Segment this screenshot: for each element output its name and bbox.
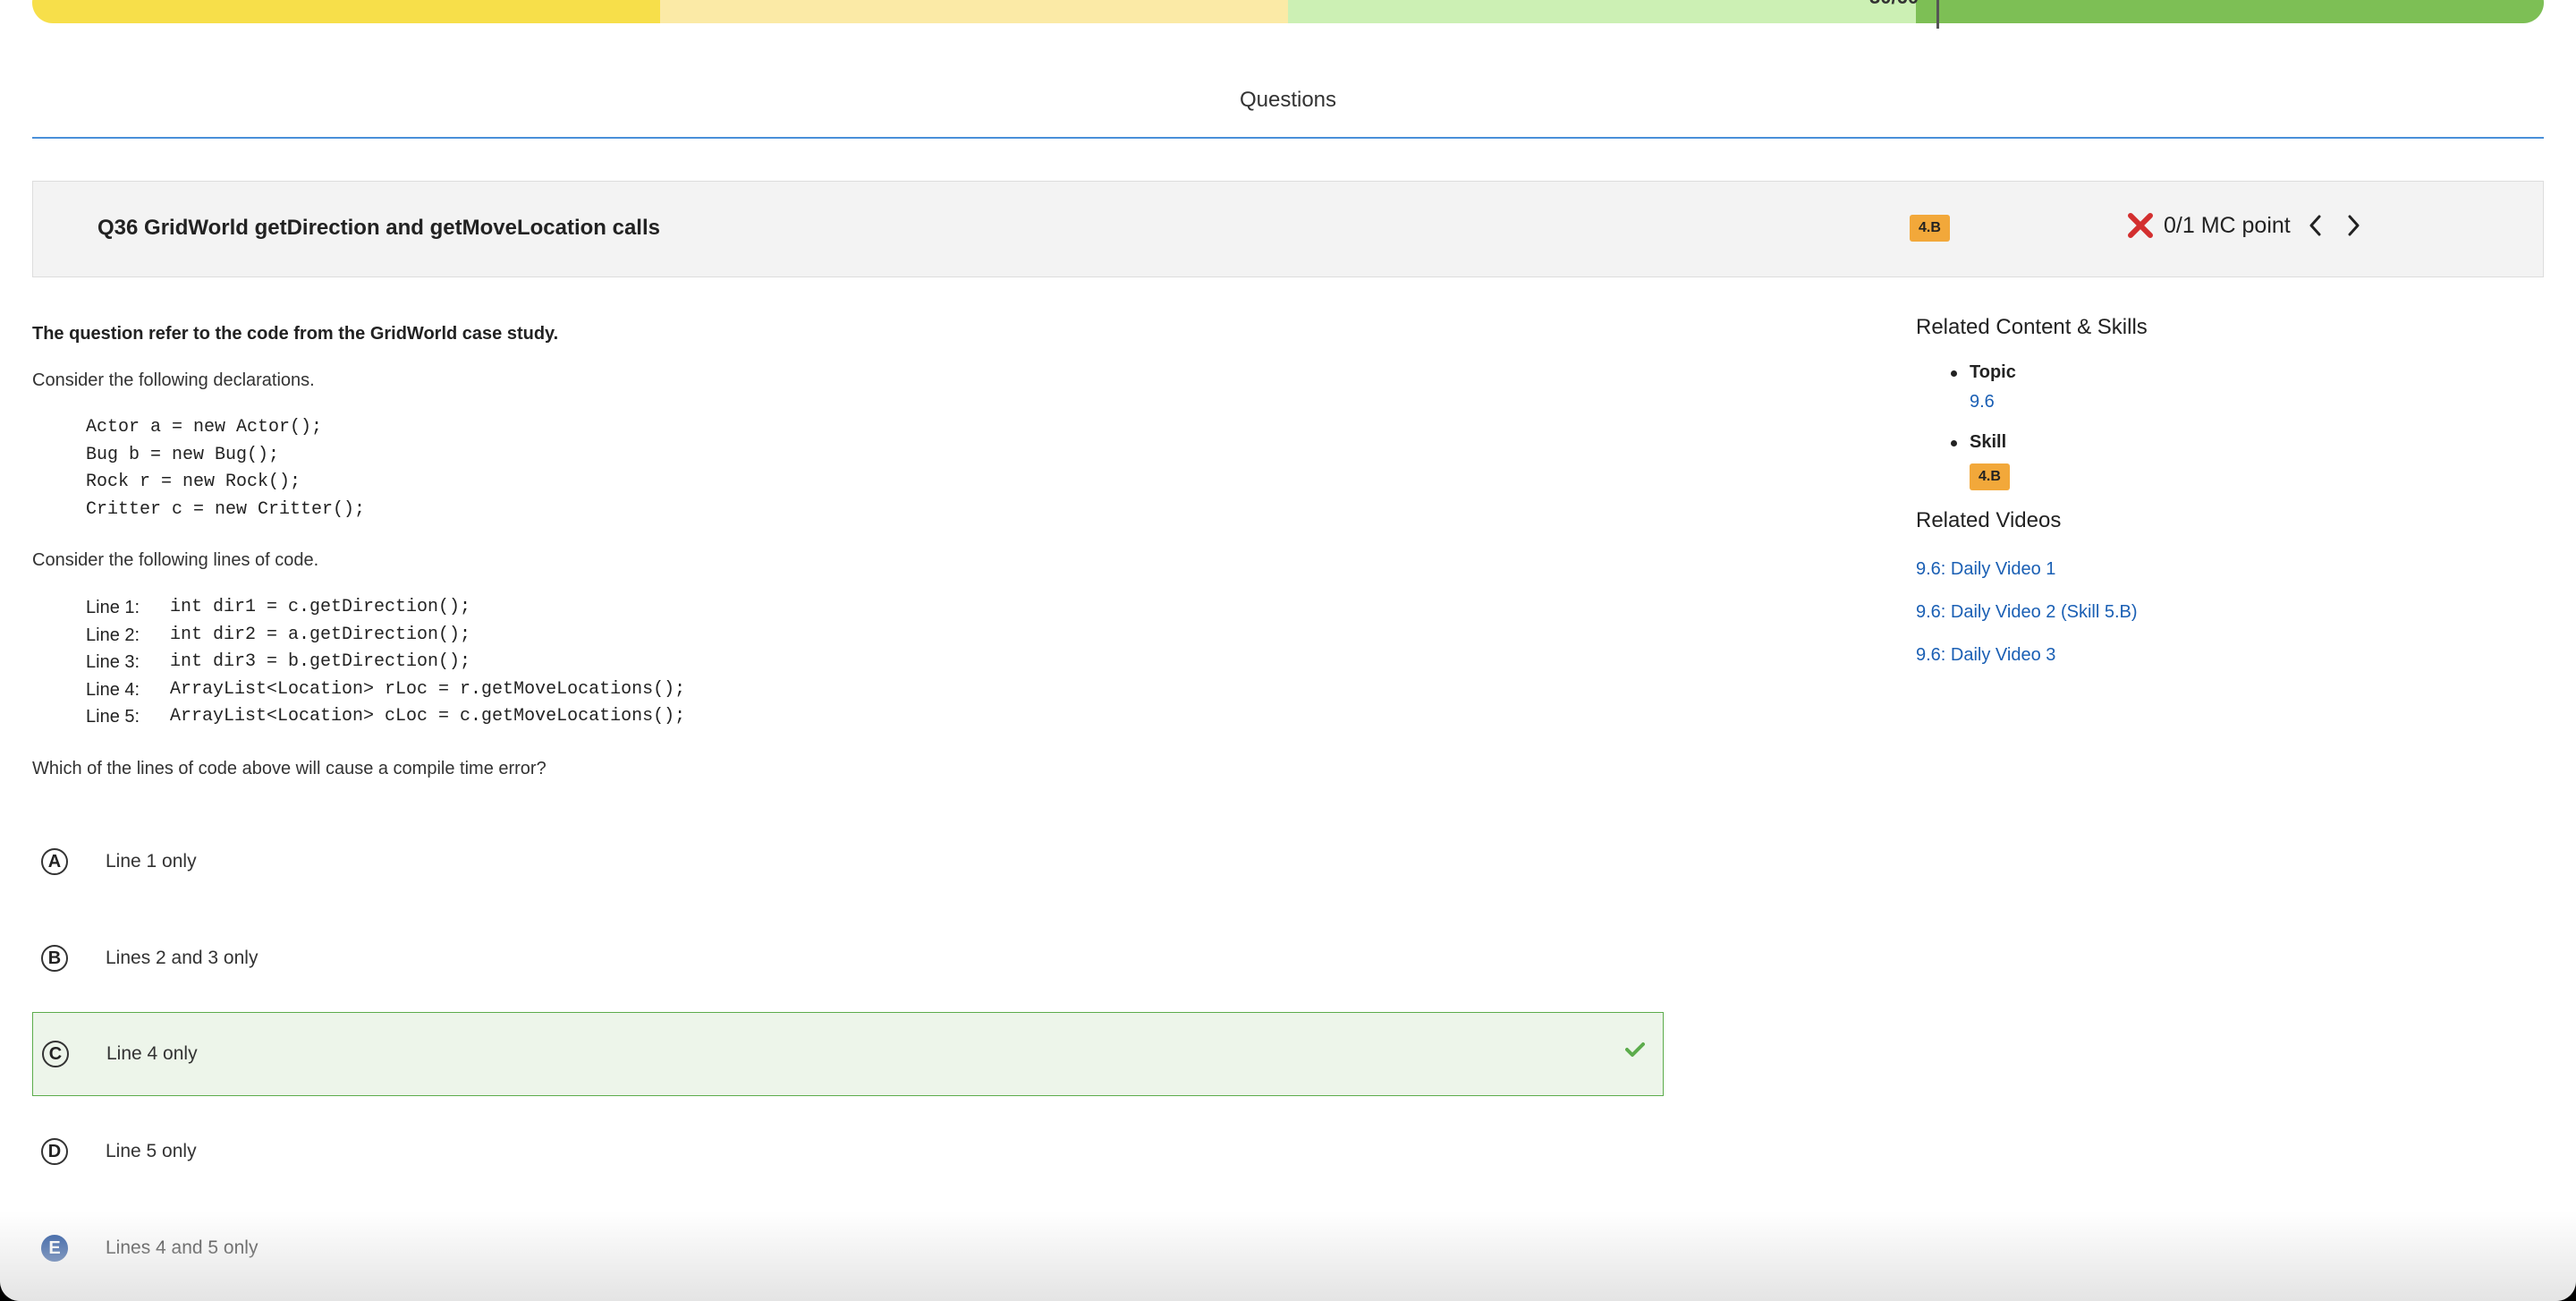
chevron-left-icon	[2309, 215, 2321, 236]
next-question-button[interactable]	[2339, 210, 2369, 241]
score-segment-3	[1288, 0, 1916, 23]
choice-c[interactable]: C Line 4 only	[32, 1012, 1664, 1096]
page: 30/60 Questions Q36 GridWorld getDirecti…	[0, 0, 2576, 1301]
bullet	[1951, 370, 1957, 377]
points-label: 0/1 MC point	[2164, 212, 2291, 238]
choice-letter: B	[41, 945, 68, 972]
choice-text: Line 1 only	[106, 851, 197, 872]
score-segment-2	[660, 0, 1288, 23]
line-code: ArrayList<Location> rLoc = r.getMoveLoca…	[170, 678, 686, 700]
line-code: int dir1 = c.getDirection();	[170, 597, 471, 617]
score-segment-4	[1916, 0, 2544, 23]
line-label: Line 1:	[86, 598, 140, 617]
related-content-title: Related Content & Skills	[1916, 315, 2148, 339]
choice-letter-selected: E	[41, 1235, 68, 1262]
score-segment-1	[32, 0, 660, 23]
bullet	[1951, 440, 1957, 446]
code-row: Line 1: int dir1 = c.getDirection();	[86, 594, 685, 622]
video-link[interactable]: 9.6: Daily Video 2 (Skill 5.B)	[1916, 602, 2138, 623]
x-icon	[2128, 213, 2153, 238]
code-line: Rock r = new Rock();	[86, 472, 301, 492]
line-label: Line 4:	[86, 679, 140, 700]
line-label: Line 5:	[86, 707, 140, 727]
choice-text: Line 4 only	[106, 1043, 198, 1064]
line-label: Line 2:	[86, 625, 140, 645]
choice-letter: D	[41, 1138, 68, 1165]
choice-text: Line 5 only	[106, 1141, 197, 1161]
lines-prompt: Consider the following lines of code.	[32, 550, 319, 570]
skill-label: Skill	[1970, 432, 2007, 452]
choice-letter: A	[41, 848, 68, 875]
choice-d[interactable]: D Line 5 only	[32, 1110, 1664, 1194]
section-title: Questions	[1239, 88, 1337, 112]
code-row: Line 2: int dir2 = a.getDirection();	[86, 622, 685, 650]
question-header: Q36 GridWorld getDirection and getMoveLo…	[32, 181, 2544, 277]
line-label: Line 3:	[86, 652, 140, 672]
choice-b[interactable]: B Lines 2 and 3 only	[32, 916, 1664, 1000]
code-row: Line 4: ArrayList<Location> rLoc = r.getM…	[86, 676, 685, 704]
related-videos-title: Related Videos	[1916, 508, 2062, 532]
score-progress-bar	[32, 0, 2544, 23]
question-title: Q36 GridWorld getDirection and getMoveLo…	[97, 216, 660, 240]
code-row: Line 3: int dir3 = b.getDirection();	[86, 649, 685, 676]
score-label: 30/60	[1869, 0, 1919, 9]
choice-text: Lines 4 and 5 only	[106, 1237, 258, 1258]
score-marker	[1936, 0, 1939, 29]
line-code: int dir3 = b.getDirection();	[170, 651, 471, 672]
declarations-code: Actor a = new Actor(); Bug b = new Bug();…	[86, 414, 365, 523]
choice-e[interactable]: E Lines 4 and 5 only	[32, 1206, 1664, 1290]
video-link[interactable]: 9.6: Daily Video 3	[1916, 645, 2055, 666]
line-code: int dir2 = a.getDirection();	[170, 624, 471, 645]
question-intro: The question refer to the code from the …	[32, 324, 559, 344]
code-line: Actor a = new Actor();	[86, 417, 323, 438]
chevron-right-icon	[2348, 215, 2360, 236]
topic-label: Topic	[1970, 362, 2016, 382]
code-line: Critter c = new Critter();	[86, 498, 366, 520]
sidebar-skill-badge: 4.B	[1970, 463, 2010, 490]
skill-badge: 4.B	[1910, 215, 1950, 242]
code-row: Line 5: ArrayList<Location> cLoc = c.getM…	[86, 703, 685, 731]
declarations-prompt: Consider the following declarations.	[32, 370, 315, 390]
code-line: Bug b = new Bug();	[86, 444, 280, 465]
video-link[interactable]: 9.6: Daily Video 1	[1916, 559, 2055, 580]
question-score: 0/1 MC point	[2126, 210, 2369, 241]
topic-link[interactable]: 9.6	[1970, 392, 1995, 412]
section-divider	[32, 137, 2544, 139]
choice-text: Lines 2 and 3 only	[106, 948, 258, 968]
choice-a[interactable]: A Line 1 only	[32, 820, 1664, 904]
check-icon	[1625, 1042, 1645, 1057]
line-code: ArrayList<Location> cLoc = c.getMoveLoca…	[170, 706, 686, 727]
code-lines: Line 1: int dir1 = c.getDirection(); Line…	[86, 594, 685, 731]
prev-question-button[interactable]	[2300, 210, 2330, 241]
question-text: Which of the lines of code above will ca…	[32, 759, 547, 778]
choice-letter: C	[42, 1041, 69, 1067]
